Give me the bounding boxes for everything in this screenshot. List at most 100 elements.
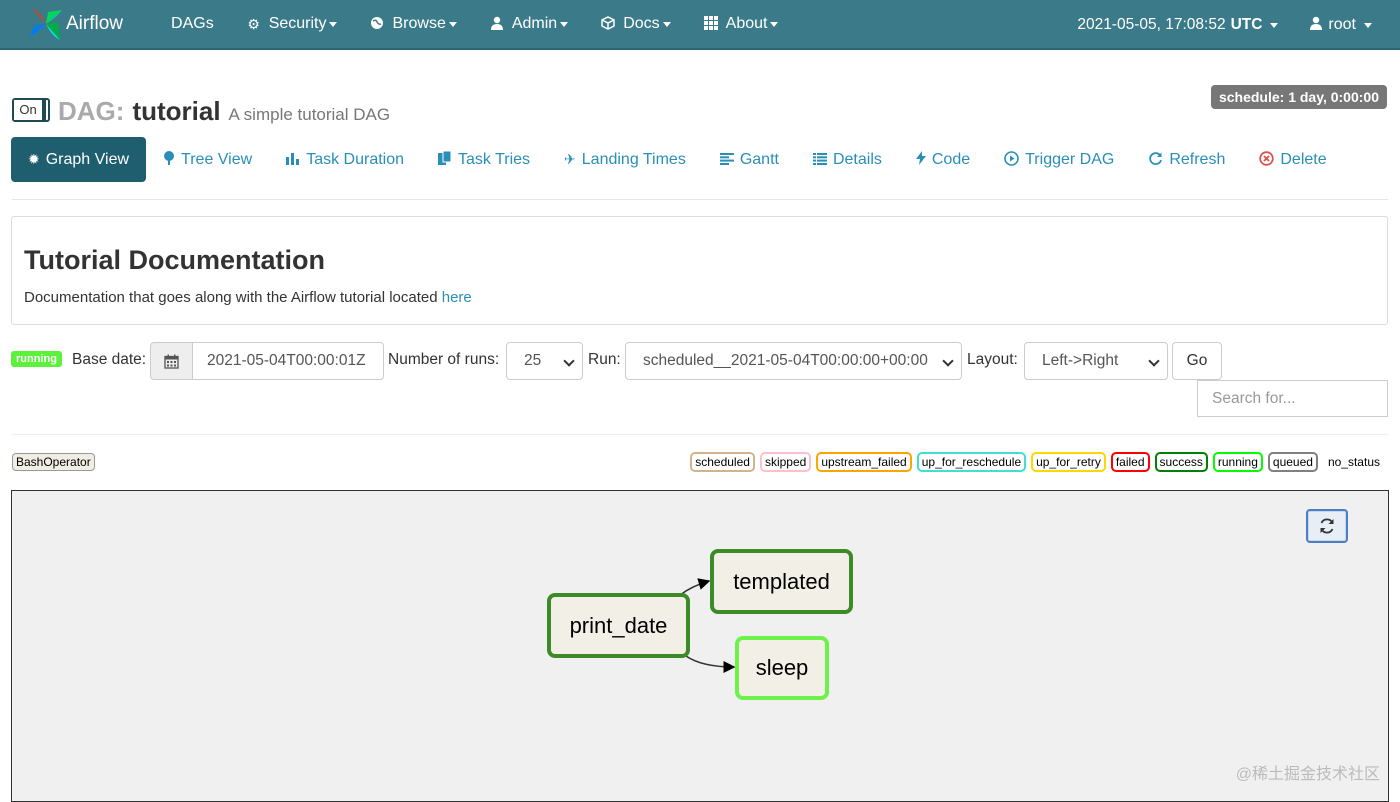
run-select[interactable]: scheduled__2021-05-04T00:00:00+00:00 bbox=[625, 342, 962, 380]
tab-label: Details bbox=[832, 150, 882, 168]
tab-label: Graph View bbox=[45, 150, 130, 168]
legend-up-for-reschedule[interactable]: up_for_reschedule bbox=[916, 452, 1027, 472]
legend-up-for-retry[interactable]: up_for_retry bbox=[1031, 452, 1106, 472]
grid-icon bbox=[703, 15, 719, 33]
nav-security[interactable]: ⚙ Security bbox=[230, 0, 354, 49]
tab-task-duration[interactable]: Task Duration bbox=[269, 137, 421, 182]
schedule-badge: schedule: 1 day, 0:00:00 bbox=[1210, 85, 1387, 109]
dag-description: A simple tutorial DAG bbox=[228, 105, 391, 124]
play-circle-icon bbox=[1004, 150, 1019, 169]
caret-down-icon bbox=[1364, 22, 1372, 28]
brand[interactable]: Airflow bbox=[26, 0, 123, 49]
cube-icon bbox=[600, 15, 616, 33]
legend-running[interactable]: running bbox=[1212, 452, 1263, 472]
nav-admin[interactable]: Admin bbox=[473, 0, 584, 49]
operator-legend-badge[interactable]: BashOperator bbox=[12, 453, 95, 471]
base-date-input[interactable]: 2021-05-04T00:00:01Z bbox=[192, 342, 384, 380]
divider bbox=[12, 199, 1388, 200]
dag-prefix: DAG: bbox=[58, 96, 125, 126]
num-runs-value: 25 bbox=[524, 352, 542, 369]
dag-view-tabs: ✹ Graph View Tree View Task Duration Tas… bbox=[11, 137, 1344, 182]
tab-label: Task Tries bbox=[458, 150, 531, 168]
graph-edges bbox=[679, 578, 736, 673]
nav-docs[interactable]: Docs bbox=[584, 0, 686, 49]
server-time: 2021-05-05, 17:08:52 bbox=[1077, 16, 1226, 33]
brand-name: Airflow bbox=[66, 13, 124, 34]
layout-value: Left->Right bbox=[1042, 352, 1119, 369]
dag-pause-toggle[interactable]: On bbox=[12, 98, 50, 122]
edge-print-date-sleep bbox=[685, 655, 736, 673]
tab-label: Trigger DAG bbox=[1025, 150, 1115, 168]
flash-icon bbox=[915, 151, 926, 168]
doc-text: Documentation that goes along with the A… bbox=[24, 289, 472, 306]
task-search-input[interactable]: Search for... bbox=[1197, 380, 1388, 417]
plane-icon: ✈ bbox=[564, 151, 576, 167]
caret-down-icon bbox=[770, 21, 779, 27]
top-navbar: Airflow DAGs ⚙ Security Browse Admin Doc… bbox=[0, 0, 1400, 50]
chevron-down-icon bbox=[942, 355, 954, 367]
task-node-templated[interactable]: templated bbox=[710, 549, 853, 614]
num-runs-label: Number of runs: bbox=[388, 351, 500, 368]
tree-icon bbox=[163, 151, 175, 168]
task-node-sleep[interactable]: sleep bbox=[735, 636, 829, 700]
tab-trigger-dag[interactable]: Trigger DAG bbox=[987, 137, 1131, 182]
tab-refresh[interactable]: Refresh bbox=[1131, 137, 1242, 182]
watermark: @稀土掘金技术社区 bbox=[1235, 766, 1380, 783]
toggle-label: On bbox=[14, 100, 46, 120]
go-button[interactable]: Go bbox=[1172, 342, 1222, 380]
tab-details[interactable]: Details bbox=[796, 137, 899, 182]
base-date-label: Base date: bbox=[72, 351, 147, 368]
calendar-addon[interactable] bbox=[150, 342, 193, 380]
nav-security-label: Security bbox=[268, 15, 327, 32]
tab-label: Tree View bbox=[181, 150, 253, 168]
legend-failed[interactable]: failed bbox=[1110, 452, 1150, 472]
files-icon bbox=[438, 150, 452, 168]
tab-graph-view[interactable]: ✹ Graph View bbox=[11, 137, 147, 182]
calendar-icon bbox=[164, 354, 179, 369]
layout-select[interactable]: Left->Right bbox=[1024, 342, 1168, 380]
tab-task-tries[interactable]: Task Tries bbox=[421, 137, 547, 182]
legend-success[interactable]: success bbox=[1154, 452, 1208, 472]
state-legend: scheduled skipped upstream_failed up_for… bbox=[685, 452, 1380, 472]
tab-delete[interactable]: Delete bbox=[1242, 137, 1343, 182]
divider bbox=[12, 434, 1388, 435]
legend-upstream-failed[interactable]: upstream_failed bbox=[816, 452, 912, 472]
caret-down-icon bbox=[560, 21, 569, 27]
align-left-icon bbox=[719, 152, 734, 168]
task-node-print-date[interactable]: print_date bbox=[547, 593, 690, 658]
user-menu[interactable]: root bbox=[1296, 0, 1400, 50]
sun-icon: ✹ bbox=[28, 151, 40, 167]
tab-gantt[interactable]: Gantt bbox=[703, 137, 796, 182]
timezone: UTC bbox=[1230, 16, 1263, 33]
tab-landing-times[interactable]: ✈ Landing Times bbox=[547, 137, 703, 182]
tab-label: Code bbox=[931, 150, 971, 168]
tab-label: Task Duration bbox=[306, 150, 405, 168]
tab-tree-view[interactable]: Tree View bbox=[146, 137, 269, 182]
user-icon bbox=[1310, 16, 1323, 35]
doc-link[interactable]: here bbox=[442, 289, 472, 306]
tab-code[interactable]: Code bbox=[899, 137, 987, 182]
nav-about[interactable]: About bbox=[687, 0, 795, 49]
refresh-icon bbox=[1148, 151, 1163, 169]
username: root bbox=[1328, 16, 1356, 33]
nav-dags[interactable]: DAGs bbox=[155, 0, 230, 49]
num-runs-select[interactable]: 25 bbox=[506, 342, 583, 380]
nav-browse[interactable]: Browse bbox=[353, 0, 472, 49]
caret-down-icon bbox=[448, 21, 457, 27]
dag-header: On DAG: tutorial A simple tutorial DAG bbox=[12, 96, 390, 127]
remove-circle-icon bbox=[1259, 150, 1275, 169]
legend-queued[interactable]: queued bbox=[1267, 452, 1318, 472]
caret-down-icon bbox=[329, 21, 338, 27]
legend-no-status[interactable]: no_status bbox=[1328, 455, 1380, 469]
tab-label: Gantt bbox=[739, 150, 779, 168]
dag-graph-canvas[interactable]: print_date templated sleep bbox=[11, 490, 1389, 802]
nav-browse-label: Browse bbox=[392, 15, 446, 32]
tab-label: Delete bbox=[1280, 150, 1327, 168]
legend-scheduled[interactable]: scheduled bbox=[690, 452, 755, 472]
caret-down-icon bbox=[662, 21, 671, 27]
bar-chart-icon bbox=[286, 151, 300, 168]
server-time-dropdown[interactable]: 2021-05-05, 17:08:52 UTC bbox=[1059, 0, 1296, 50]
nav-dags-label: DAGs bbox=[171, 15, 214, 32]
legend-skipped[interactable]: skipped bbox=[759, 452, 812, 472]
tab-label: Landing Times bbox=[581, 150, 686, 168]
